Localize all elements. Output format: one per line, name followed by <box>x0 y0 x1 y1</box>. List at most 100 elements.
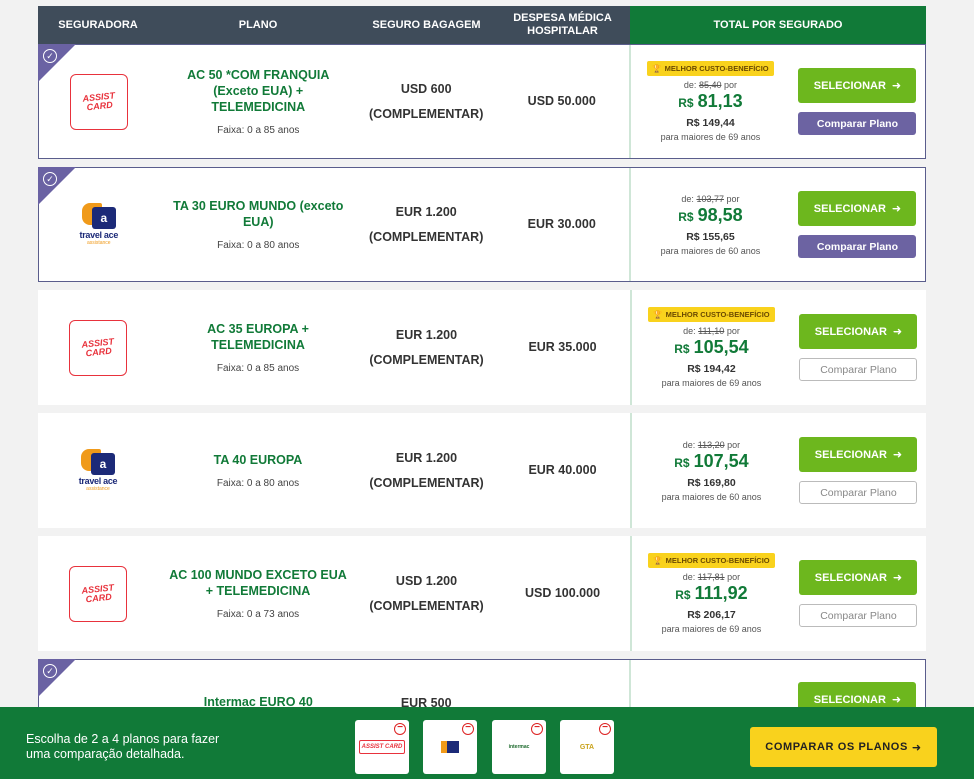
plan-cell: AC 100 MUNDO EXCETO EUA + TELEMEDICINA F… <box>158 536 358 651</box>
old-price: de: 85,40 por <box>683 80 737 90</box>
plan-name: AC 100 MUNDO EXCETO EUA + TELEMEDICINA <box>169 568 347 598</box>
plan-name: AC 35 EUROPA + TELEMEDICINA <box>207 322 309 352</box>
baggage-cell: EUR 1.200 (COMPLEMENTAR) <box>369 327 484 367</box>
select-button[interactable]: SELECIONAR ➜ <box>798 191 917 226</box>
plan-cell: AC 35 EUROPA + TELEMEDICINA Faixa: 0 a 8… <box>158 290 358 405</box>
trophy-icon: 🏆 <box>652 64 662 73</box>
compare-plan-button[interactable]: Comparar Plano <box>799 358 918 381</box>
plan-row: ✓ a travel ace assistance TA 30 EURO MUND… <box>38 167 926 282</box>
baggage-cell: USD 1.200 (COMPLEMENTAR) <box>369 573 484 613</box>
plans-table: SEGURADORA PLANO SEGURO BAGAGEM DESPESA … <box>38 6 926 774</box>
price-block: de: 103,77 por R$ 98,58 R$ 155,65 para ma… <box>631 194 790 256</box>
assist-card-logo: ASSIST CARD <box>358 740 406 754</box>
plan-row: ✓ ASSIST CARD AC 50 *COM FRANQUIA (Exceto… <box>38 44 926 159</box>
medical-cell: EUR 30.000 <box>527 217 596 231</box>
check-icon[interactable]: ✓ <box>43 172 57 186</box>
header-baggage: SEGURO BAGAGEM <box>372 18 481 31</box>
plan-name: AC 50 *COM FRANQUIA (Exceto EUA) + TELEM… <box>187 68 330 114</box>
baggage-cell: USD 600 (COMPLEMENTAR) <box>369 81 484 121</box>
plan-row: ASSIST CARD AC 100 MUNDO EXCETO EUA + TEL… <box>38 536 926 651</box>
header-total: TOTAL POR SEGURADO <box>630 6 926 44</box>
compare-plan-button[interactable]: Comparar Plano <box>799 604 918 627</box>
insurer-cell: ASSIST CARD <box>38 536 158 651</box>
arrow-right-icon: ➜ <box>892 449 903 461</box>
total-cell: 🏆 MELHOR CUSTO-BENEFÍCIO de: 117,81 por R… <box>630 536 926 651</box>
plan-row: ASSIST CARD AC 35 EUROPA + TELEMEDICINA F… <box>38 290 926 405</box>
insurer-cell: a travel ace assistance <box>38 413 158 528</box>
price-block: 🏆 MELHOR CUSTO-BENEFÍCIO de: 85,40 por R$… <box>631 61 790 142</box>
selected-ribbon <box>38 167 76 205</box>
best-value-badge: 🏆 MELHOR CUSTO-BENEFÍCIO <box>648 307 775 322</box>
assist-card-logo: ASSIST CARD <box>69 319 127 376</box>
compare-plan-button[interactable]: Comparar Plano <box>798 112 917 135</box>
footer-instructions: Escolha de 2 a 4 planos para fazer uma c… <box>26 732 220 761</box>
check-icon[interactable]: ✓ <box>43 664 57 678</box>
best-value-badge: 🏆 MELHOR CUSTO-BENEFÍCIO <box>647 61 774 76</box>
assist-card-logo: ASSIST CARD <box>69 73 128 130</box>
trophy-icon: 🏆 <box>653 310 663 319</box>
compare-thumb[interactable]: intermac − <box>492 720 546 774</box>
age-range: Faixa: 0 a 80 anos <box>217 240 300 251</box>
senior-note: para maiores de 69 anos <box>660 132 761 142</box>
select-button[interactable]: SELECIONAR ➜ <box>798 68 917 103</box>
medical-cell: USD 50.000 <box>527 94 596 108</box>
total-cell: de: 103,77 por R$ 98,58 R$ 155,65 para ma… <box>629 168 925 281</box>
compare-footer-bar: Escolha de 2 a 4 planos para fazer uma c… <box>0 707 974 779</box>
age-range: Faixa: 0 a 73 anos <box>216 609 300 620</box>
travel-ace-logo <box>441 741 459 753</box>
compare-plan-button[interactable]: Comparar Plano <box>799 481 918 504</box>
insurer-cell: ASSIST CARD <box>38 290 158 405</box>
best-value-badge: 🏆 MELHOR CUSTO-BENEFÍCIO <box>648 553 775 568</box>
age-range: Faixa: 0 a 85 anos <box>217 125 300 136</box>
remove-icon[interactable]: − <box>394 723 406 735</box>
intermac-logo: intermac <box>508 744 530 750</box>
header-medical: DESPESA MÉDICA HOSPITALAR <box>513 12 612 37</box>
compare-thumb[interactable]: GTA − <box>560 720 614 774</box>
baggage-cell: EUR 1.200 (COMPLEMENTAR) <box>369 450 484 490</box>
compare-plan-button[interactable]: Comparar Plano <box>798 235 917 258</box>
senior-note: para maiores de 69 anos <box>661 624 762 634</box>
plan-name: TA 30 EURO MUNDO (exceto EUA) <box>173 199 344 229</box>
select-button[interactable]: SELECIONAR ➜ <box>799 560 918 595</box>
arrow-right-icon: ➜ <box>892 326 903 338</box>
total-cell: 🏆 MELHOR CUSTO-BENEFÍCIO de: 111,10 por R… <box>630 290 926 405</box>
senior-price: R$ 155,65 <box>686 230 735 243</box>
remove-icon[interactable]: − <box>599 723 611 735</box>
price-block: 🏆 MELHOR CUSTO-BENEFÍCIO de: 111,10 por R… <box>632 307 791 388</box>
compare-plans-button[interactable]: COMPARAR OS PLANOS ➜ <box>750 727 937 767</box>
old-price: de: 117,81 por <box>682 572 741 582</box>
senior-price: R$ 149,44 <box>686 117 735 129</box>
table-header: SEGURADORA PLANO SEGURO BAGAGEM DESPESA … <box>38 6 926 44</box>
compare-thumb[interactable]: ASSIST CARD − <box>355 720 409 774</box>
medical-cell: EUR 35.000 <box>528 340 597 354</box>
select-button[interactable]: SELECIONAR ➜ <box>799 437 918 472</box>
current-price: R$ 81,13 <box>678 91 743 111</box>
select-button[interactable]: SELECIONAR ➜ <box>799 314 918 349</box>
plan-cell: TA 40 EUROPA Faixa: 0 a 80 anos <box>158 413 358 528</box>
check-icon[interactable]: ✓ <box>43 49 57 63</box>
header-insurer: SEGURADORA <box>58 18 138 31</box>
selected-ribbon <box>38 44 76 82</box>
old-price: de: 113,20 por <box>682 439 741 450</box>
current-price: R$ 98,58 <box>678 204 743 225</box>
current-price: R$ 111,92 <box>675 583 748 603</box>
total-cell: de: 113,20 por R$ 107,54 R$ 169,80 para m… <box>630 413 926 528</box>
travel-ace-logo: a travel ace assistance <box>80 203 118 246</box>
senior-price: R$ 169,80 <box>687 476 736 489</box>
plan-cell: AC 50 *COM FRANQUIA (Exceto EUA) + TELEM… <box>159 45 358 158</box>
old-price: de: 103,77 por <box>681 193 740 204</box>
old-price: de: 111,10 por <box>683 326 740 336</box>
current-price: R$ 105,54 <box>674 337 749 357</box>
price-block: de: 113,20 por R$ 107,54 R$ 169,80 para m… <box>632 440 791 502</box>
total-cell: 🏆 MELHOR CUSTO-BENEFÍCIO de: 85,40 por R$… <box>629 45 925 158</box>
gta-logo: GTA <box>579 743 595 751</box>
compare-thumb[interactable]: − <box>423 720 477 774</box>
senior-note: para maiores de 69 anos <box>661 378 762 388</box>
remove-icon[interactable]: − <box>462 723 474 735</box>
medical-cell: USD 100.000 <box>524 586 601 600</box>
remove-icon[interactable]: − <box>531 723 543 735</box>
assist-card-logo: ASSIST CARD <box>69 565 127 622</box>
price-block: 🏆 MELHOR CUSTO-BENEFÍCIO de: 117,81 por R… <box>632 553 791 634</box>
medical-cell: EUR 40.000 <box>528 463 597 477</box>
arrow-right-icon: ➜ <box>892 572 903 584</box>
